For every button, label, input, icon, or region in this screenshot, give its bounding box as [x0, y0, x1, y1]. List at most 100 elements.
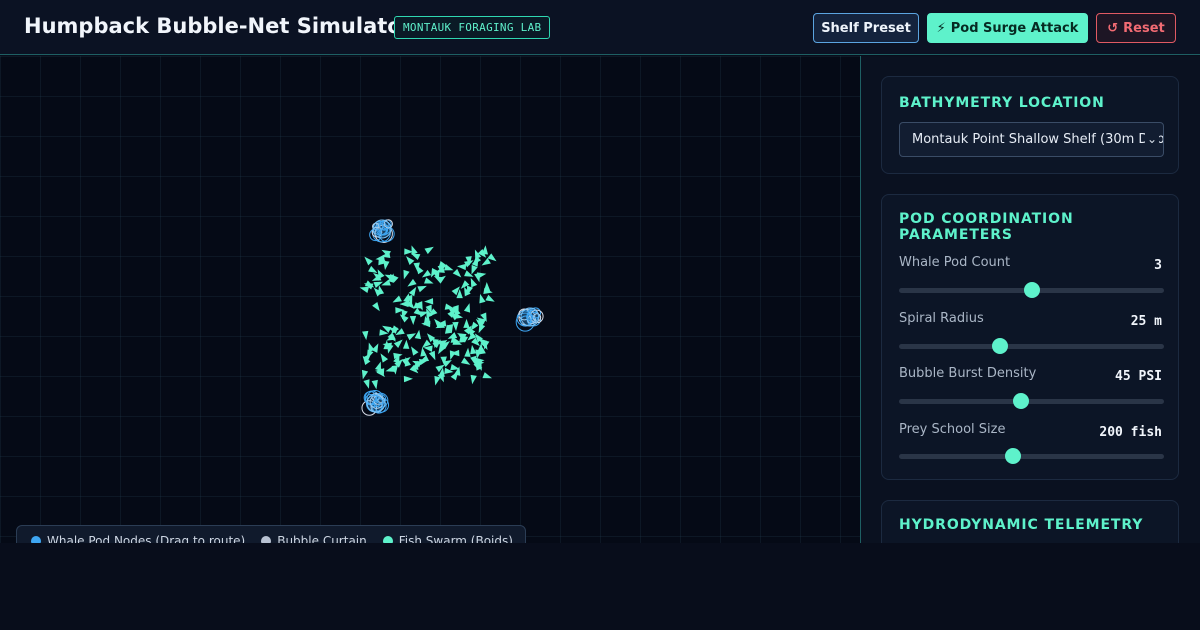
- reset-label: Reset: [1123, 20, 1165, 36]
- fish-boid: [470, 321, 479, 331]
- fish-boid: [411, 245, 418, 255]
- app-window: Humpback Bubble-Net Simulator MONTAUK FO…: [0, 0, 1200, 543]
- fish-boid: [402, 339, 410, 349]
- fish-boid: [434, 375, 441, 386]
- prey-school-size-slider[interactable]: [899, 448, 1164, 464]
- whale-pod-node[interactable]: [515, 307, 544, 332]
- prey-school-size-thumb[interactable]: [1004, 448, 1021, 464]
- fish-boid: [406, 333, 417, 341]
- bathymetry-card: BATHYMETRY LOCATION Montauk Point Shallo…: [881, 76, 1179, 174]
- bubble-burst-density-label: Bubble Burst Density: [899, 366, 1037, 381]
- lightning-icon: ⚡: [936, 20, 946, 36]
- reset-button[interactable]: ↺ Reset: [1096, 13, 1176, 43]
- whale-pod-count-label: Whale Pod Count: [899, 255, 1011, 270]
- simulation-canvas[interactable]: Whale Pod Nodes (Drag to route) Bubble C…: [0, 56, 860, 543]
- spiral-radius-label: Spiral Radius: [899, 311, 984, 326]
- whale-pod-count-slider[interactable]: [899, 282, 1164, 298]
- fish-boid: [417, 285, 427, 293]
- fish-boid: [373, 281, 384, 289]
- fish-boid: [399, 300, 409, 308]
- bathymetry-selected-value: Montauk Point Shallow Shelf (30m Depth): [912, 132, 1164, 147]
- fish-boid: [408, 286, 417, 297]
- fish-boid: [464, 347, 471, 357]
- legend-item-whale-pod: Whale Pod Nodes (Drag to route): [31, 534, 245, 543]
- spiral-radius-thumb[interactable]: [991, 338, 1008, 354]
- fish-boid: [363, 379, 370, 389]
- fish-boid: [424, 298, 434, 305]
- fish-boid: [483, 282, 491, 292]
- fish-boid: [460, 357, 471, 365]
- shelf-preset-label: Shelf Preset: [821, 20, 911, 36]
- fish-boid: [392, 295, 402, 303]
- fish-boid: [452, 268, 462, 278]
- reset-icon: ↺: [1107, 20, 1119, 36]
- fish-boid: [380, 353, 389, 363]
- fish-boid: [479, 293, 486, 304]
- shelf-preset-button[interactable]: Shelf Preset: [813, 13, 919, 43]
- fish-boid: [405, 256, 415, 266]
- spiral-radius-value: 25 m: [1130, 314, 1162, 329]
- whale-pod-core[interactable]: [372, 219, 392, 239]
- fish-boid: [361, 369, 369, 380]
- fish-boid: [463, 318, 470, 328]
- fish-boid: [411, 346, 419, 356]
- control-panel: BATHYMETRY LOCATION Montauk Point Shallo…: [861, 56, 1200, 543]
- fish-boid: [359, 286, 370, 293]
- whale-pod-count-thumb[interactable]: [1023, 282, 1040, 298]
- legend-label-fish-swarm: Fish Swarm (Boids): [398, 534, 513, 543]
- bubble-burst-density-value: 45 PSI: [1115, 369, 1162, 384]
- telemetry-heading: HYDRODYNAMIC TELEMETRY: [899, 517, 1144, 533]
- fish-boid: [470, 374, 477, 385]
- fish-boid: [470, 355, 477, 366]
- fish-boid: [414, 329, 421, 340]
- fish-boid: [368, 265, 378, 274]
- fish-boid: [424, 246, 434, 255]
- fish-boid: [409, 315, 417, 325]
- simulation-layer: [359, 219, 544, 416]
- fish-boid: [407, 278, 417, 287]
- legend-item-fish-swarm: Fish Swarm (Boids): [382, 534, 513, 543]
- app-title: Humpback Bubble-Net Simulator: [24, 14, 413, 38]
- fish-boid: [456, 263, 467, 271]
- fish-boid: [482, 372, 493, 379]
- chevron-down-icon: ⌄: [1145, 123, 1159, 156]
- fish-boid: [374, 361, 382, 372]
- pod-surge-attack-label: Pod Surge Attack: [950, 20, 1079, 36]
- lab-badge: MONTAUK FORAGING LAB: [394, 16, 551, 39]
- fish-swarm-swatch: [382, 536, 393, 543]
- fish-boid: [364, 256, 373, 266]
- whale-pod-node[interactable]: [369, 219, 395, 243]
- pod-params-heading: POD COORDINATION PARAMETERS: [899, 211, 1074, 243]
- legend-label-bubble-curtain: Bubble Curtain: [277, 534, 367, 543]
- whale-pod-count-value: 3: [1154, 258, 1162, 273]
- legend: Whale Pod Nodes (Drag to route) Bubble C…: [16, 525, 526, 543]
- bubble-burst-density-thumb[interactable]: [1012, 393, 1029, 409]
- fish-boid: [424, 277, 434, 284]
- bathymetry-location-select[interactable]: Montauk Point Shallow Shelf (30m Depth) …: [899, 122, 1164, 157]
- bubble-curtain-swatch: [261, 536, 272, 543]
- bathymetry-heading: BATHYMETRY LOCATION: [899, 95, 1105, 111]
- fish-boid: [485, 294, 495, 302]
- fish-boid: [403, 375, 413, 383]
- pod-surge-attack-button[interactable]: ⚡ Pod Surge Attack: [927, 13, 1088, 43]
- fish-boid: [450, 371, 459, 381]
- whale-pod-core[interactable]: [520, 307, 540, 327]
- whale-pod-node[interactable]: [361, 390, 390, 416]
- spiral-radius-slider[interactable]: [899, 338, 1164, 354]
- legend-item-bubble-curtain: Bubble Curtain: [261, 534, 367, 543]
- fish-boid: [428, 350, 436, 361]
- whale-pod-core[interactable]: [366, 393, 386, 413]
- fish-boid: [366, 349, 374, 360]
- fish-boid: [410, 253, 421, 261]
- prey-school-size-value: 200 fish: [1099, 425, 1162, 440]
- fish-boid: [470, 277, 478, 288]
- fish-boid: [481, 258, 491, 266]
- fish-boid: [474, 272, 481, 283]
- legend-label-whale-pod: Whale Pod Nodes (Drag to route): [47, 534, 246, 543]
- fish-boid: [372, 302, 380, 312]
- fish-boid: [371, 379, 378, 390]
- bubble-burst-density-slider[interactable]: [899, 393, 1164, 409]
- fish-boid: [452, 321, 459, 332]
- telemetry-card: HYDRODYNAMIC TELEMETRY: [881, 500, 1179, 543]
- top-bar: Humpback Bubble-Net Simulator MONTAUK FO…: [0, 0, 1200, 55]
